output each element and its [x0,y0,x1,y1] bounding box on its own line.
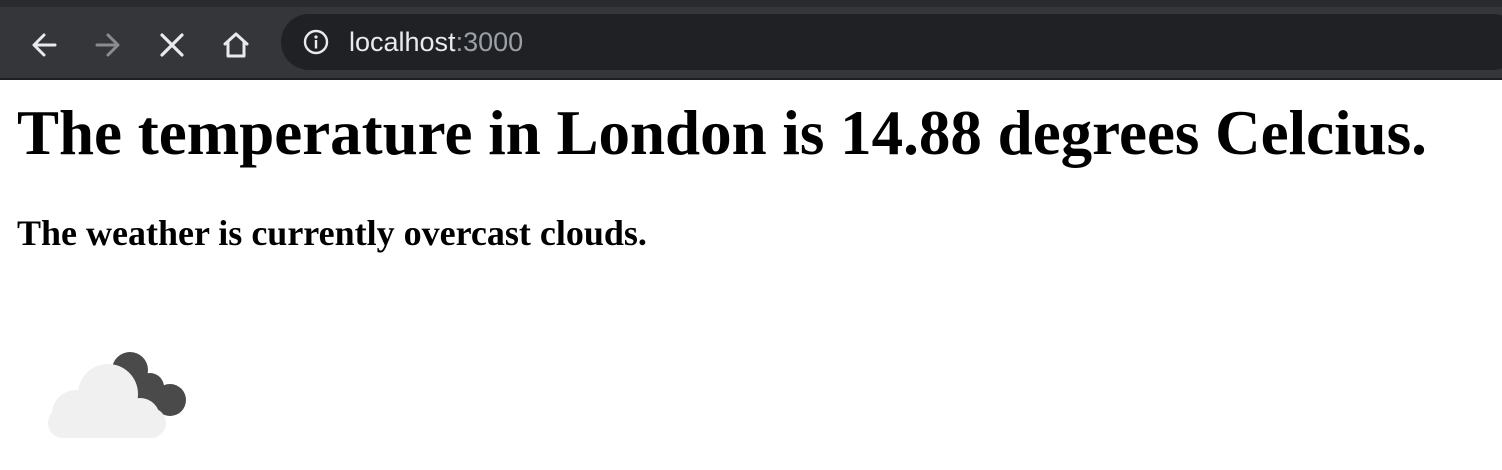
forward-button[interactable] [86,25,130,65]
arrow-left-icon [32,33,57,57]
temperature-heading: The temperature in London is 14.88 degre… [17,98,1427,168]
home-button[interactable] [214,25,258,65]
page-content: The temperature in London is 14.88 degre… [0,80,1502,470]
info-icon[interactable] [303,29,329,55]
home-icon [223,32,249,58]
overcast-clouds-icon [48,352,186,438]
stop-loading-button[interactable] [150,25,194,65]
browser-toolbar: localhost:3000 [0,0,1502,80]
back-button[interactable] [22,25,66,65]
url-text[interactable]: localhost:3000 [349,26,523,58]
weather-description: The weather is currently overcast clouds… [17,213,647,253]
close-icon [160,33,184,57]
url-port: :3000 [455,27,524,57]
address-bar[interactable]: localhost:3000 [281,14,1502,70]
url-host: localhost [349,27,456,57]
arrow-right-icon [95,33,120,57]
